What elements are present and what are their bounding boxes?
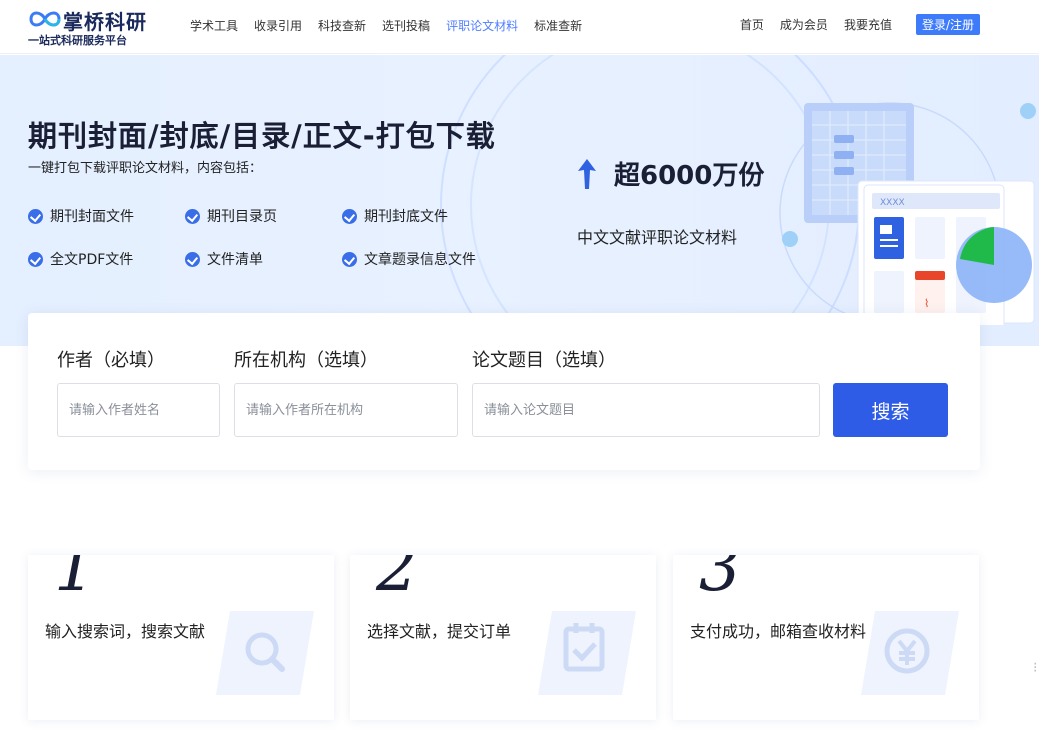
feature-item: 期刊封面文件 — [28, 206, 134, 226]
step-card-3: 3 支付成功，邮箱查收材料 — [673, 555, 979, 720]
check-circle-icon — [28, 208, 43, 224]
yen-coin-icon — [861, 611, 959, 695]
nav-home[interactable]: 首页 — [740, 16, 764, 33]
top-header: 掌桥科研 一站式科研服务平台 学术工具 收录引用 科技查新 选刊投稿 评职论文材… — [0, 0, 1039, 54]
site-logo[interactable]: 掌桥科研 一站式科研服务平台 — [28, 4, 168, 50]
nav-citation[interactable]: 收录引用 — [254, 17, 302, 34]
feature-label: 期刊封面文件 — [50, 209, 134, 225]
feature-item: 文章题录信息文件 — [342, 249, 476, 269]
svg-text:⌇: ⌇ — [924, 297, 929, 310]
search-button[interactable]: 搜索 — [833, 383, 948, 437]
login-register-button[interactable]: 登录/注册 — [915, 14, 980, 35]
nav-standard-search[interactable]: 标准查新 — [534, 17, 582, 34]
step-card-1: 1 输入搜索词，搜索文献 — [28, 555, 334, 720]
step-number: 3 — [699, 555, 741, 606]
logo-name: 掌桥科研 — [63, 10, 147, 34]
search-form-card: 作者（必填） 所在机构（选填） 论文题目（选填） 搜索 — [28, 313, 980, 470]
check-circle-icon — [28, 251, 43, 267]
stat-number: 超6000万份 — [614, 161, 765, 191]
feature-label: 期刊目录页 — [207, 209, 277, 225]
feature-item: 文件清单 — [185, 249, 263, 269]
check-circle-icon — [185, 251, 200, 267]
clipboard-check-icon — [538, 611, 636, 695]
step-text: 输入搜索词，搜索文献 — [45, 622, 206, 641]
author-label: 作者（必填） — [57, 350, 165, 371]
nav-journal-submission[interactable]: 选刊投稿 — [382, 17, 430, 34]
search-icon — [216, 611, 314, 695]
feature-label: 文章题录信息文件 — [364, 252, 476, 268]
nav-title-materials[interactable]: 评职论文材料 — [446, 17, 518, 34]
stat-block: 超6000万份 — [576, 155, 764, 192]
feature-label: 期刊封底文件 — [364, 209, 448, 225]
banner-subtitle: 一键打包下载评职论文材料，内容包括： — [28, 161, 263, 176]
step-number: 1 — [54, 555, 96, 606]
check-circle-icon — [342, 208, 357, 224]
step-text: 选择文献，提交订单 — [367, 622, 512, 641]
header-right-links: 首页 成为会员 我要充值 登录/注册 — [724, 14, 980, 35]
logo-slogan: 一站式科研服务平台 — [28, 34, 127, 47]
stat-label: 中文文献评职论文材料 — [577, 228, 738, 247]
main-nav: 学术工具 收录引用 科技查新 选刊投稿 评职论文材料 标准查新 — [190, 17, 598, 34]
author-input[interactable] — [57, 383, 220, 437]
banner-title: 期刊封面/封底/目录/正文-打包下载 — [28, 119, 496, 153]
step-text: 支付成功，邮箱查收材料 — [690, 622, 867, 641]
arrow-up-icon — [578, 158, 596, 189]
check-circle-icon — [185, 208, 200, 224]
paper-title-label: 论文题目（选填） — [472, 350, 616, 371]
nav-recharge[interactable]: 我要充值 — [844, 16, 892, 33]
feature-item: 期刊封底文件 — [342, 206, 448, 226]
institution-input[interactable] — [234, 383, 458, 437]
logo-infinity-icon — [29, 11, 61, 27]
institution-label: 所在机构（选填） — [234, 350, 378, 371]
feature-label: 文件清单 — [207, 252, 263, 268]
feature-label: 全文PDF文件 — [50, 252, 134, 268]
edge-floating-glyph: ⁝ — [1033, 660, 1038, 676]
hero-banner: 期刊封面/封底/目录/正文-打包下载 一键打包下载评职论文材料，内容包括： 期刊… — [0, 55, 1039, 346]
documents-illustration: XXXX ⌇ — [779, 102, 1036, 325]
check-circle-icon — [342, 251, 357, 267]
step-card-2: 2 选择文献，提交订单 — [350, 555, 656, 720]
nav-membership[interactable]: 成为会员 — [780, 16, 828, 33]
nav-novelty-search[interactable]: 科技查新 — [318, 17, 366, 34]
nav-academic-tools[interactable]: 学术工具 — [190, 17, 238, 34]
illustration-xxxx-label: XXXX — [880, 198, 905, 208]
step-number: 2 — [376, 555, 418, 606]
paper-title-input[interactable] — [472, 383, 820, 437]
feature-item: 全文PDF文件 — [28, 249, 133, 269]
feature-item: 期刊目录页 — [185, 206, 277, 226]
